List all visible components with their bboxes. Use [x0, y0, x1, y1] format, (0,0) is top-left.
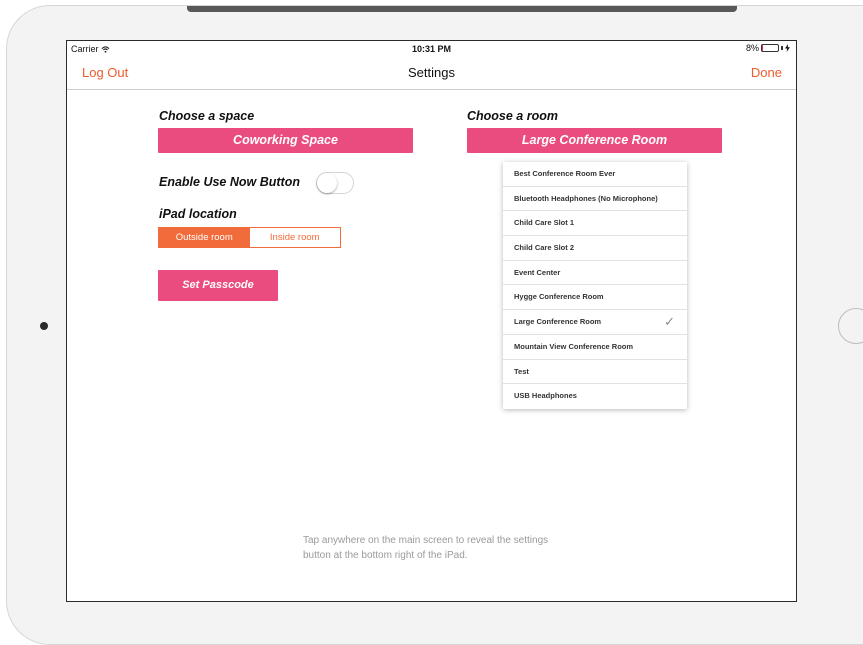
- ipad-screen: Carrier 10:31 PM 8% Log Out Settings Don…: [66, 40, 797, 602]
- room-option[interactable]: Event Center: [503, 261, 687, 286]
- navigation-bar: Log Out Settings Done: [67, 57, 796, 90]
- room-option-label: USB Headphones: [514, 391, 577, 401]
- room-option[interactable]: Best Conference Room Ever: [503, 162, 687, 187]
- ipad-location-label: iPad location: [159, 207, 237, 221]
- room-option[interactable]: Hygge Conference Room: [503, 285, 687, 311]
- room-option[interactable]: Test: [503, 360, 687, 385]
- room-option-label: Hygge Conference Room: [514, 292, 604, 302]
- hint-line-2: button at the bottom right of the iPad.: [303, 550, 468, 561]
- room-option-label: Child Care Slot 2: [514, 243, 575, 253]
- toggle-knob: [317, 173, 337, 193]
- use-now-label: Enable Use Now Button: [159, 175, 300, 189]
- segment-inside-room[interactable]: Inside room: [249, 228, 340, 247]
- room-option-selected[interactable]: Large Conference Room ✓: [503, 310, 687, 335]
- battery-icon: [761, 44, 779, 52]
- room-option[interactable]: USB Headphones: [503, 384, 687, 409]
- segment-outside-room[interactable]: Outside room: [159, 228, 250, 247]
- battery-indicator: 8%: [746, 43, 790, 53]
- room-option[interactable]: Bluetooth Headphones (No Microphone): [503, 187, 687, 212]
- room-option-label: Mountain View Conference Room: [514, 341, 634, 351]
- page-title: Settings: [408, 65, 455, 80]
- room-option-label: Test: [514, 366, 529, 376]
- room-option-label: Large Conference Room: [514, 317, 602, 327]
- status-bar: Carrier 10:31 PM 8%: [67, 41, 796, 57]
- choose-room-label: Choose a room: [467, 109, 558, 123]
- room-dropdown-menu: Best Conference Room Ever Bluetooth Head…: [503, 162, 687, 409]
- done-button[interactable]: Done: [751, 65, 782, 80]
- choose-space-label: Choose a space: [159, 109, 255, 123]
- ipad-top-edge: [187, 6, 737, 12]
- battery-percent: 8%: [745, 43, 759, 53]
- use-now-toggle[interactable]: [316, 172, 354, 194]
- space-select-button[interactable]: Coworking Space: [158, 128, 413, 153]
- room-option[interactable]: Mountain View Conference Room: [503, 335, 687, 360]
- camera-icon: [40, 322, 48, 330]
- room-option[interactable]: Child Care Slot 2: [503, 236, 687, 261]
- hint-line-1: Tap anywhere on the main screen to revea…: [303, 535, 549, 546]
- set-passcode-button[interactable]: Set Passcode: [158, 270, 278, 301]
- checkmark-icon: ✓: [664, 314, 675, 330]
- location-segmented-control: Outside room Inside room: [158, 227, 341, 248]
- room-option-label: Event Center: [514, 267, 561, 277]
- settings-hint-text: Tap anywhere on the main screen to revea…: [303, 533, 623, 563]
- home-button[interactable]: [838, 308, 863, 344]
- status-time: 10:31 PM: [411, 44, 452, 54]
- battery-tip: [781, 46, 783, 50]
- room-select-button[interactable]: Large Conference Room: [467, 128, 722, 153]
- room-option-label: Best Conference Room Ever: [514, 169, 616, 178]
- charging-bolt-icon: [785, 44, 790, 52]
- room-option-label: Child Care Slot 1: [514, 218, 575, 228]
- room-option-label: Bluetooth Headphones (No Microphone): [514, 193, 658, 203]
- room-option[interactable]: Child Care Slot 1: [503, 211, 687, 237]
